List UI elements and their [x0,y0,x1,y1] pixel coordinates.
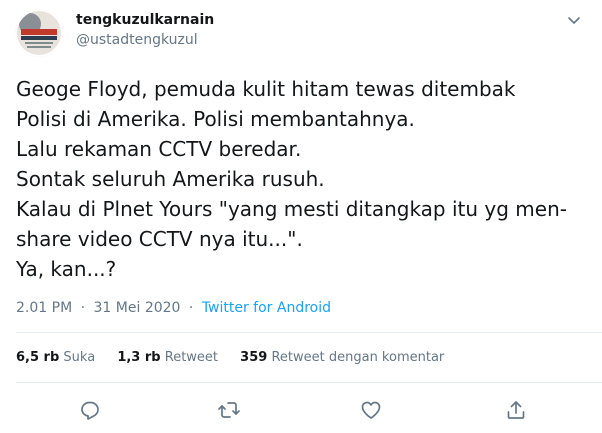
reply-icon[interactable] [78,398,102,422]
tweet-time[interactable]: 2.01 PM [16,300,72,316]
retweets-count: 1,3 rb [117,350,161,365]
quotes-stat[interactable]: 359 Retweet dengan komentar [240,350,444,365]
divider [16,382,602,383]
tweet-line: Polisi di Amerika. Polisi membantahnya. [16,107,415,131]
retweets-stat[interactable]: 1,3 rb Retweet [117,350,218,365]
quotes-count: 359 [240,350,268,365]
quotes-label: Retweet dengan komentar [271,350,445,365]
tweet-line: Lalu rekaman CCTV beredar. [16,137,302,161]
retweet-icon[interactable] [217,398,241,422]
like-icon[interactable] [359,398,383,422]
likes-stat[interactable]: 6,5 rb Suka [16,350,95,365]
tweet-line: Sontak seluruh Amerika rusuh. [16,167,325,191]
meta-separator: · [188,300,194,316]
tweet-line: Geoge Floyd, pemuda kulit hitam tewas di… [16,77,516,101]
tweet-line: Ya, kan...? [16,257,117,281]
meta-separator: · [80,300,86,316]
display-name[interactable]: tengkuzulkarnain [76,12,214,28]
likes-label: Suka [63,350,96,365]
likes-count: 6,5 rb [16,350,60,365]
share-icon[interactable] [504,398,528,422]
user-handle[interactable]: @ustadtengkuzul [76,32,198,48]
tweet-stats: 6,5 rb Suka 1,3 rb Retweet 359 Retweet d… [16,350,462,365]
retweets-label: Retweet [164,350,219,365]
tweet-date[interactable]: 31 Mei 2020 [94,300,181,316]
tweet-meta: 2.01 PM · 31 Mei 2020 · Twitter for Andr… [16,300,331,316]
tweet-line: Kalau di Plnet Yours "yang mesti ditangk… [16,197,567,221]
tweet-text: Geoge Floyd, pemuda kulit hitam tewas di… [16,74,591,284]
action-bar [0,398,602,426]
avatar[interactable] [15,9,63,57]
tweet-line: share video CCTV nya itu...". [16,227,303,251]
tweet-card: tengkuzulkarnain @ustadtengkuzul Geoge F… [0,0,602,433]
tweet-source-link[interactable]: Twitter for Android [202,300,331,316]
chevron-down-icon[interactable] [566,12,582,28]
divider [16,332,602,333]
